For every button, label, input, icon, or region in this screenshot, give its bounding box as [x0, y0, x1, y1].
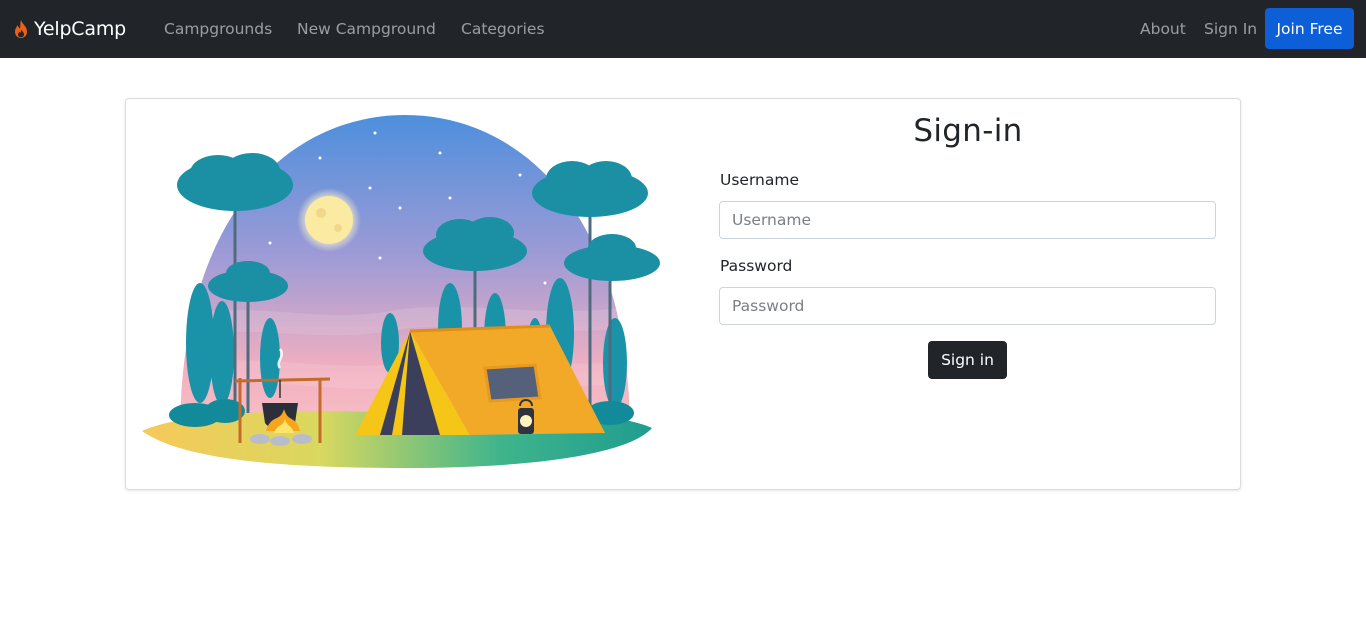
username-label: Username: [720, 171, 800, 189]
join-free-button[interactable]: Join Free: [1265, 8, 1354, 49]
sign-in-card: Sign-in Username Password Sign in: [125, 98, 1241, 490]
navbar: YelpCamp Campgrounds New Campground Cate…: [0, 0, 1366, 58]
page-title: Sign-in: [913, 113, 1023, 149]
password-label: Password: [720, 257, 793, 275]
username-input[interactable]: [719, 201, 1216, 239]
password-input[interactable]: [719, 287, 1216, 325]
nav-sign-in[interactable]: Sign In: [1204, 0, 1257, 58]
nav-campgrounds[interactable]: Campgrounds: [164, 0, 272, 58]
camping-tent-illustration: [142, 115, 660, 468]
nav-new-campground[interactable]: New Campground: [297, 0, 436, 58]
nav-categories[interactable]: Categories: [461, 0, 545, 58]
brand-name: YelpCamp: [34, 18, 126, 40]
nav-about[interactable]: About: [1140, 0, 1186, 58]
flame-icon: [15, 20, 27, 38]
brand-link[interactable]: YelpCamp: [12, 0, 126, 58]
sign-in-button[interactable]: Sign in: [928, 341, 1007, 379]
